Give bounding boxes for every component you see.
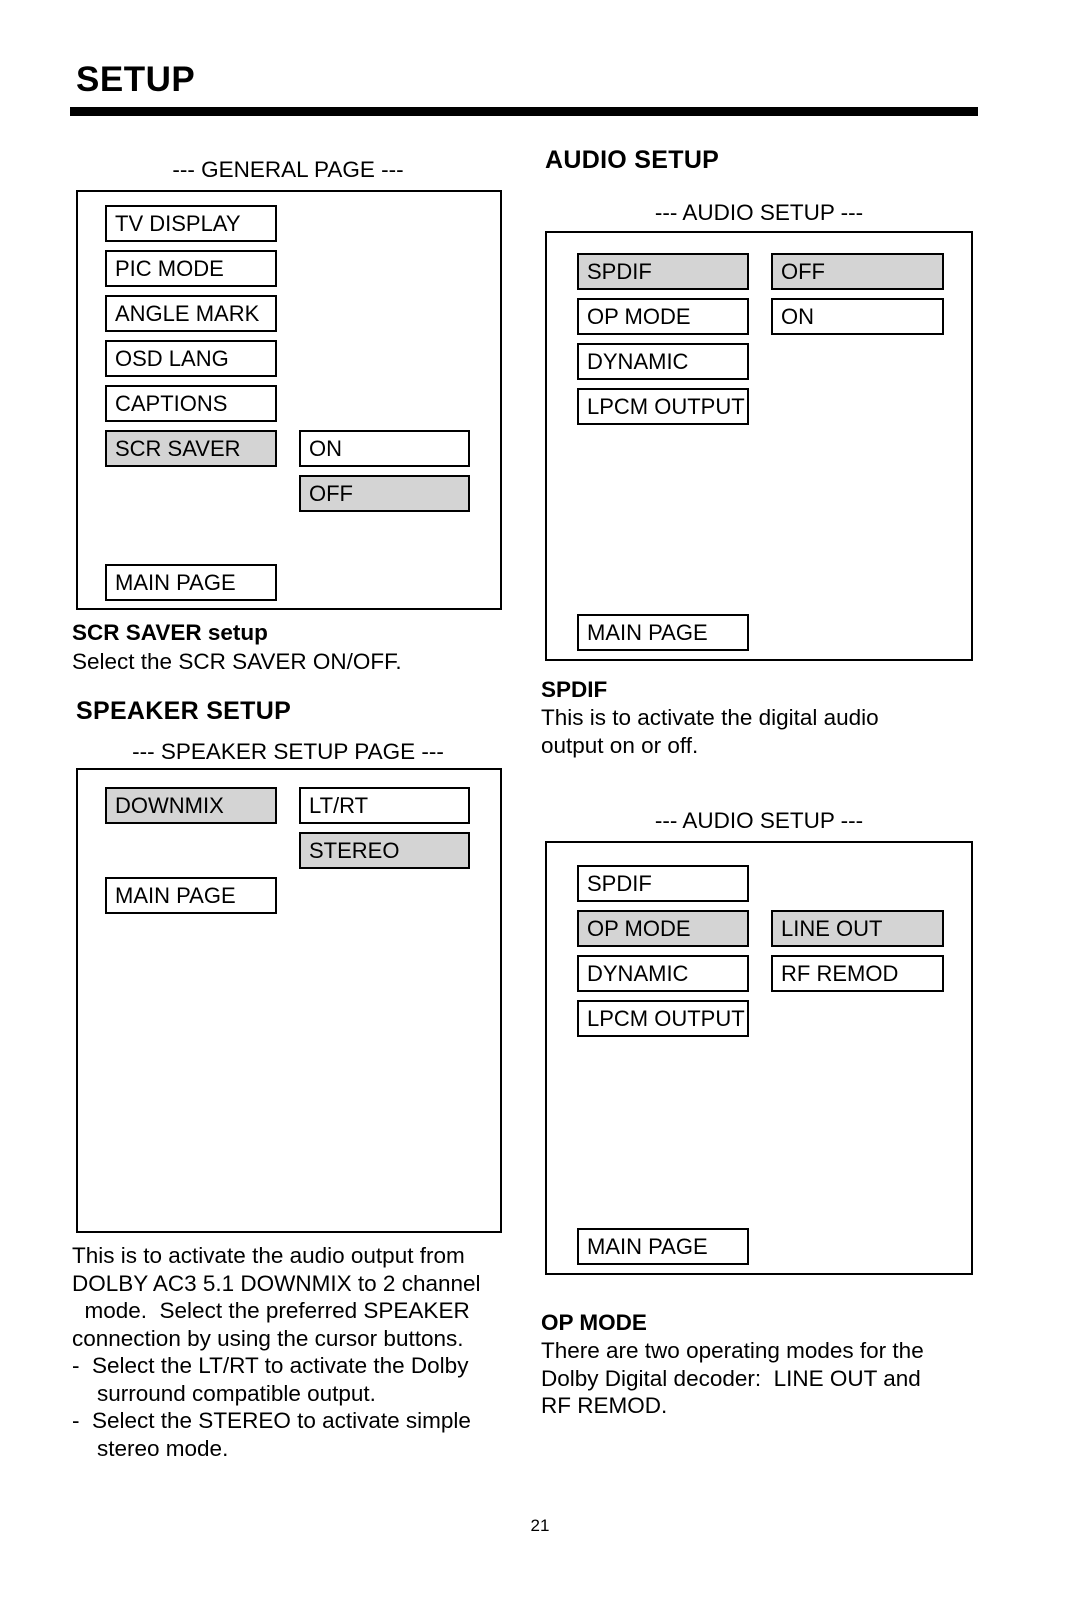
description-line: This is to activate the digital audio (541, 705, 879, 730)
spdif-description: This is to activate the digital audio ou… (541, 704, 981, 759)
osd-item-label: MAIN PAGE (587, 619, 708, 645)
page-number: 21 (530, 1516, 550, 1535)
osd-item-label: LPCM OUTPUT (587, 393, 745, 419)
description-line: Dolby Digital decoder: LINE OUT and (541, 1365, 921, 1391)
osd-option-label: LINE OUT (781, 915, 883, 941)
osd-item-label: MAIN PAGE (587, 1233, 708, 1259)
right-column: AUDIO SETUP --- AUDIO SETUP --- SPDIF OP… (0, 0, 1080, 1618)
osd-item-label: SPDIF (587, 258, 652, 284)
osd-option-op-mode-rf-remod[interactable]: RF REMOD (771, 955, 944, 992)
osd-item-label: OP MODE (587, 915, 691, 941)
osd-item-spdif[interactable]: SPDIF (577, 865, 749, 902)
audio-setup-heading: AUDIO SETUP (545, 146, 720, 174)
osd-item-op-mode[interactable]: OP MODE (577, 298, 749, 335)
audio-setup-caption-spdif: --- AUDIO SETUP --- (654, 200, 864, 225)
osd-item-main-page[interactable]: MAIN PAGE (577, 614, 749, 651)
osd-option-label: RF REMOD (781, 960, 899, 986)
osd-item-label: LPCM OUTPUT (587, 1005, 745, 1031)
description-line: RF REMOD. (541, 1393, 668, 1418)
osd-item-label: OP MODE (587, 303, 691, 329)
osd-item-label: SPDIF (587, 870, 652, 896)
audio-setup-caption-opmode: --- AUDIO SETUP --- (654, 808, 864, 833)
op-mode-heading: OP MODE (541, 1310, 647, 1335)
osd-item-label: DYNAMIC (587, 348, 689, 374)
osd-item-dynamic[interactable]: DYNAMIC (577, 343, 749, 380)
description-line: There are two operating modes for the (541, 1338, 924, 1363)
osd-option-spdif-off[interactable]: OFF (771, 253, 944, 290)
osd-item-dynamic[interactable]: DYNAMIC (577, 955, 749, 992)
osd-item-lpcm-output[interactable]: LPCM OUTPUT (577, 1000, 749, 1037)
osd-option-op-mode-line-out[interactable]: LINE OUT (771, 910, 944, 947)
spdif-heading: SPDIF (541, 677, 608, 702)
manual-page: SETUP --- GENERAL PAGE --- TV DISPLAY PI… (0, 0, 1080, 1618)
osd-item-main-page[interactable]: MAIN PAGE (577, 1228, 749, 1265)
osd-item-lpcm-output[interactable]: LPCM OUTPUT (577, 388, 749, 425)
op-mode-description: There are two operating modes for the Do… (541, 1337, 991, 1420)
osd-option-label: OFF (781, 258, 825, 284)
audio-setup-opmode-osd-screen: SPDIF OP MODE DYNAMIC LPCM OUTPUT LINE O… (545, 841, 973, 1275)
description-line: output on or off. (541, 732, 699, 758)
osd-option-label: ON (781, 303, 814, 329)
audio-setup-spdif-osd-screen: SPDIF OP MODE DYNAMIC LPCM OUTPUT OFF ON… (545, 231, 973, 661)
osd-item-label: DYNAMIC (587, 960, 689, 986)
osd-item-spdif[interactable]: SPDIF (577, 253, 749, 290)
osd-item-op-mode[interactable]: OP MODE (577, 910, 749, 947)
osd-option-spdif-on[interactable]: ON (771, 298, 944, 335)
